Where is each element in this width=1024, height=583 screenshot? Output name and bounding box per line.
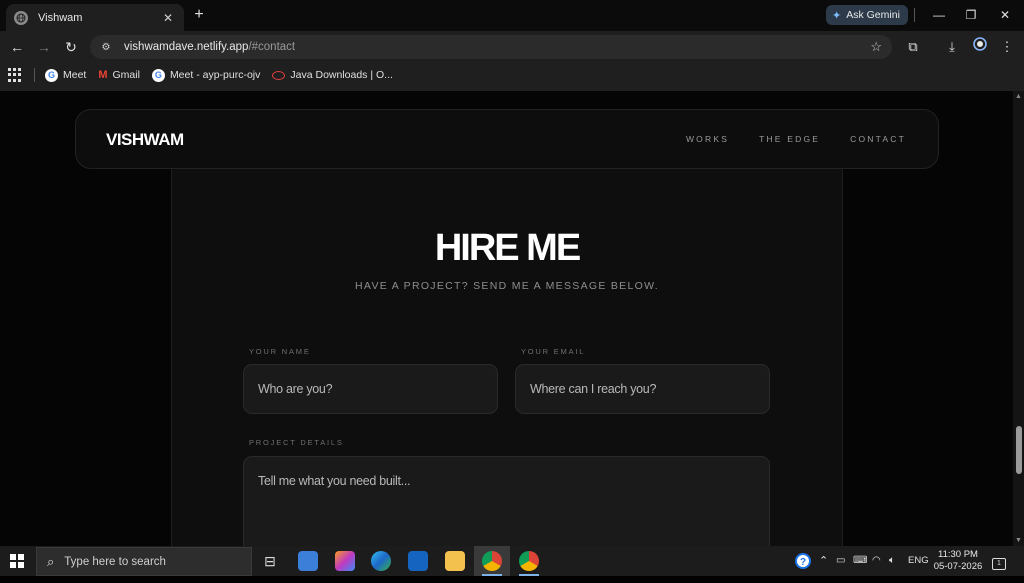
help-icon[interactable]: ? — [794, 546, 812, 576]
tab-strip: Vishwam ✕ + ✦ Ask Gemini — ❐ ✕ — [0, 0, 1024, 31]
page-subtitle: HAVE A PROJECT? SEND ME A MESSAGE BELOW. — [355, 280, 659, 292]
download-icon[interactable]: ⤓ — [941, 37, 963, 57]
email-label: YOUR EMAIL — [521, 347, 586, 356]
globe-icon — [14, 10, 28, 25]
windows-taskbar: ⌕ Type here to search ⊟ ? ⌃ ▭ ⌨ ◠ 🔈︎ ENG… — [0, 546, 1024, 576]
address-bar[interactable]: ⚙ vishwamdave.netlify.app/#contact ☆ — [90, 35, 892, 59]
chevron-up-icon[interactable]: ⌃ — [819, 546, 828, 576]
wifi-icon[interactable]: ◠ — [872, 546, 881, 576]
tab-close-icon[interactable]: ✕ — [160, 11, 176, 25]
bookmarks-separator — [34, 68, 35, 82]
menu-kebab-icon[interactable]: ⋮ — [996, 37, 1018, 57]
outlook-icon[interactable] — [408, 551, 428, 571]
project-details-label: PROJECT DETAILS — [249, 438, 344, 447]
email-field[interactable]: Where can I reach you? — [515, 364, 770, 414]
nav-link-contact[interactable]: CONTACT — [850, 134, 906, 144]
bookmark-label: Java Downloads | O... — [290, 69, 393, 81]
scroll-up-icon[interactable]: ▲ — [1015, 93, 1022, 100]
bookmarks-bar: G Meet M Gmail G Meet - ayp-purc-ojv Jav… — [0, 63, 1024, 87]
google-icon: G — [45, 68, 58, 82]
back-arrow-icon[interactable]: ← — [7, 37, 27, 57]
nav-links: WORKS THE EDGE CONTACT — [656, 134, 906, 144]
bookmark-label: Meet - ayp-purc-ojv — [169, 69, 261, 81]
page-viewport: VISHWAM WORKS THE EDGE CONTACT HIRE ME H… — [0, 91, 1013, 546]
browser-toolbar: ← → ↻ ⚙ vishwamdave.netlify.app/#contact… — [0, 31, 1024, 63]
notification-icon[interactable]: 1 — [992, 546, 1006, 576]
site-navbar: VISHWAM WORKS THE EDGE CONTACT — [75, 109, 939, 169]
input-indicator-icon[interactable]: ⌨ — [853, 546, 867, 576]
svg-text:?: ? — [800, 557, 806, 568]
apps-grid-icon[interactable] — [8, 68, 22, 82]
ask-gemini-button[interactable]: ✦ Ask Gemini — [826, 5, 908, 25]
taskbar-search-placeholder: Type here to search — [64, 555, 166, 568]
nav-link-works[interactable]: WORKS — [686, 134, 729, 144]
url-host: vishwamdave.netlify.app — [124, 41, 249, 53]
taskbar-search[interactable]: ⌕ Type here to search — [36, 547, 252, 576]
task-view-icon[interactable]: ⊟ — [260, 551, 280, 571]
google-icon: G — [151, 68, 165, 82]
bookmark-meet-room[interactable]: G Meet - ayp-purc-ojv — [151, 68, 261, 82]
nav-link-the-edge[interactable]: THE EDGE — [759, 134, 820, 144]
windows-start-icon[interactable] — [10, 554, 24, 568]
taskbar-clock[interactable]: 11:30 PM 05-07-2026 — [930, 549, 986, 573]
page-scrollbar[interactable]: ▲ ▼ — [1013, 91, 1024, 546]
network-device-icon[interactable]: ▭ — [836, 546, 845, 576]
url-path: /#contact — [248, 41, 296, 53]
reload-icon[interactable]: ↻ — [61, 37, 81, 57]
notification-count: 1 — [992, 558, 1006, 570]
browser-chrome: Vishwam ✕ + ✦ Ask Gemini — ❐ ✕ ← → ↻ ⚙ v… — [0, 0, 1024, 91]
bookmark-java-downloads[interactable]: Java Downloads | O... — [272, 69, 393, 81]
bookmark-meet[interactable]: G Meet — [45, 68, 87, 82]
project-details-textarea[interactable]: Tell me what you need built... — [243, 456, 770, 546]
site-info-icon[interactable]: ⚙ — [98, 42, 114, 53]
edge-icon[interactable] — [371, 551, 391, 571]
restore-icon[interactable]: ❐ — [956, 5, 986, 25]
volume-icon[interactable]: 🔈︎ — [889, 546, 895, 576]
profile-avatar-icon[interactable] — [969, 37, 991, 57]
minimize-icon[interactable]: — — [924, 5, 954, 25]
name-field[interactable]: Who are you? — [243, 364, 498, 414]
bookmark-label: Gmail — [112, 69, 140, 81]
extensions-icon[interactable]: ⧉ — [902, 37, 924, 57]
copilot-icon[interactable] — [335, 551, 355, 571]
clock-date: 05-07-2026 — [933, 561, 983, 572]
clock-time: 11:30 PM — [938, 549, 978, 560]
scroll-down-icon[interactable]: ▼ — [1015, 537, 1022, 544]
window-separator — [914, 8, 915, 22]
scroll-thumb[interactable] — [1016, 426, 1022, 474]
bookmark-gmail[interactable]: M Gmail — [98, 69, 140, 81]
new-tab-button[interactable]: + — [190, 6, 208, 24]
page-title: HIRE ME — [434, 227, 581, 269]
chrome-profile-icon[interactable] — [519, 551, 539, 571]
search-icon: ⌕ — [47, 553, 55, 569]
chrome-icon[interactable] — [482, 551, 502, 571]
tab-title: Vishwam — [38, 11, 83, 24]
bookmark-star-icon[interactable]: ☆ — [870, 39, 882, 55]
close-window-icon[interactable]: ✕ — [990, 5, 1020, 25]
gemini-label: Ask Gemini — [846, 9, 900, 21]
browser-tab[interactable]: Vishwam ✕ — [6, 4, 184, 31]
site-logo[interactable]: VISHWAM — [106, 130, 184, 150]
name-label: YOUR NAME — [249, 347, 311, 356]
bookmark-label: Meet — [63, 69, 87, 81]
forward-arrow-icon[interactable]: → — [34, 37, 54, 57]
oracle-icon — [272, 70, 286, 80]
language-indicator[interactable]: ENG — [908, 546, 929, 576]
gemini-sparkle-icon: ✦ — [832, 9, 842, 22]
file-explorer-icon[interactable] — [445, 551, 465, 571]
gmail-icon: M — [98, 69, 108, 81]
store-icon[interactable] — [298, 551, 318, 571]
